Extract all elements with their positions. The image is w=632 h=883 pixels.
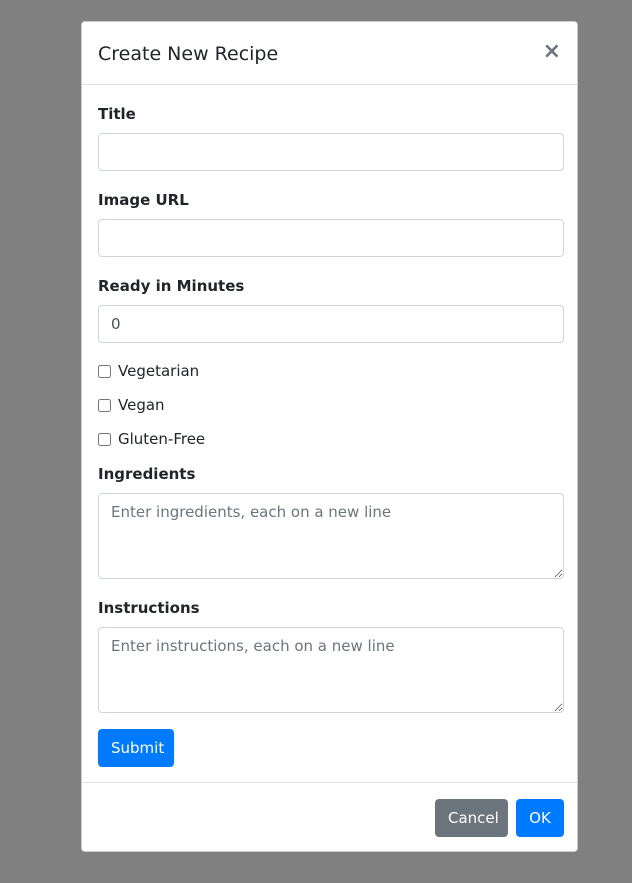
- gluten-free-checkbox[interactable]: [98, 432, 111, 446]
- modal-title: Create New Recipe: [98, 43, 279, 65]
- modal-header: Create New Recipe ×: [82, 22, 577, 85]
- vegan-checkbox-label: Vegan: [118, 396, 165, 414]
- ingredients-label: Ingredients: [98, 465, 196, 483]
- image-url-label: Image URL: [98, 191, 189, 209]
- vegetarian-checkbox[interactable]: [98, 364, 111, 378]
- cancel-button[interactable]: Cancel: [435, 799, 508, 837]
- vegetarian-checkbox-label: Vegetarian: [118, 362, 200, 380]
- close-icon[interactable]: ×: [543, 39, 561, 65]
- vegan-checkbox[interactable]: [98, 398, 111, 412]
- title-label: Title: [98, 105, 136, 123]
- gluten-free-checkbox-row: Gluten-Free: [98, 429, 205, 449]
- ok-button[interactable]: OK: [516, 799, 564, 837]
- ready-in-minutes-label: Ready in Minutes: [98, 277, 245, 295]
- vegetarian-checkbox-row: Vegetarian: [98, 361, 199, 381]
- title-input[interactable]: [98, 133, 564, 171]
- instructions-textarea[interactable]: [98, 627, 564, 713]
- instructions-label: Instructions: [98, 599, 200, 617]
- ingredients-textarea[interactable]: [98, 493, 564, 579]
- create-recipe-modal: Create New Recipe × Title Image URL Read…: [81, 21, 578, 852]
- ready-in-minutes-input[interactable]: [98, 305, 564, 343]
- modal-footer: Cancel OK: [82, 782, 577, 852]
- vegan-checkbox-row: Vegan: [98, 395, 165, 415]
- gluten-free-checkbox-label: Gluten-Free: [118, 430, 206, 448]
- image-url-input[interactable]: [98, 219, 564, 257]
- submit-button[interactable]: Submit: [98, 729, 174, 767]
